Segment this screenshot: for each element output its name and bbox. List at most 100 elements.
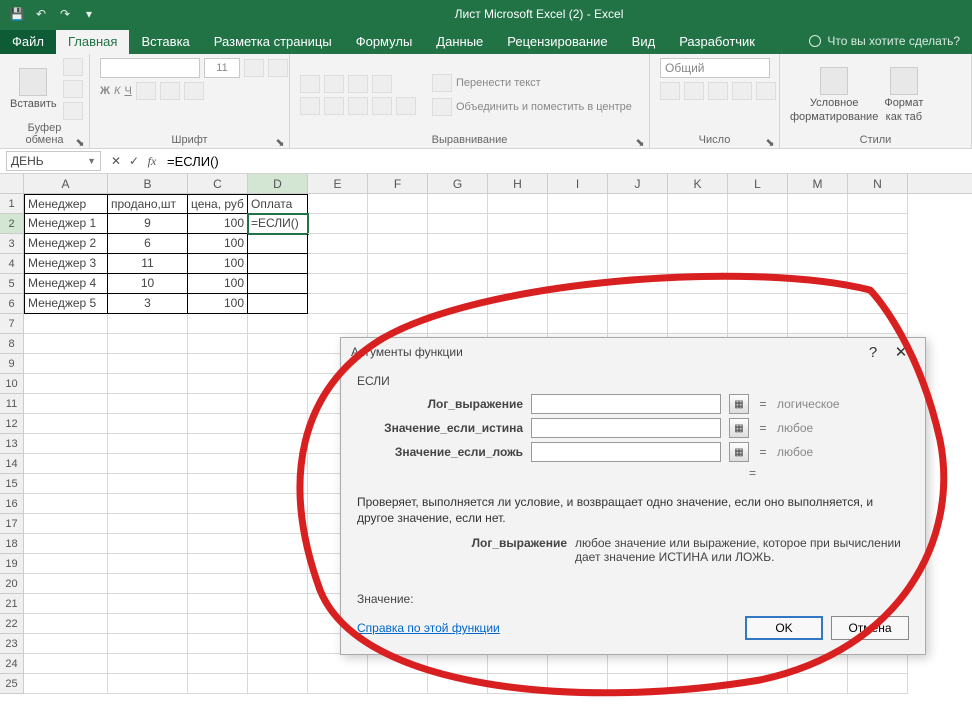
row-header[interactable]: 11 [0, 394, 24, 414]
copy-icon[interactable] [63, 80, 83, 98]
cell[interactable] [668, 314, 728, 334]
chevron-down-icon[interactable]: ▼ [87, 156, 96, 166]
cell[interactable] [24, 554, 108, 574]
cell[interactable] [848, 214, 908, 234]
cell[interactable] [248, 574, 308, 594]
cell[interactable] [848, 654, 908, 674]
cell[interactable]: =ЕСЛИ() [248, 214, 308, 234]
cell[interactable] [108, 574, 188, 594]
select-all-button[interactable] [0, 174, 24, 193]
row-header[interactable]: 21 [0, 594, 24, 614]
cell[interactable] [848, 194, 908, 214]
decrease-font-icon[interactable] [268, 59, 288, 77]
cell[interactable] [24, 474, 108, 494]
cell[interactable] [188, 554, 248, 574]
col-header[interactable]: H [488, 174, 548, 193]
dialog-launcher-icon[interactable]: ⬊ [275, 136, 285, 146]
cell[interactable] [608, 654, 668, 674]
cell[interactable] [188, 614, 248, 634]
cell[interactable] [668, 654, 728, 674]
cell[interactable] [248, 474, 308, 494]
cell[interactable] [488, 654, 548, 674]
cell[interactable] [188, 354, 248, 374]
cell[interactable] [788, 194, 848, 214]
cell[interactable] [548, 254, 608, 274]
cell[interactable] [188, 634, 248, 654]
cell[interactable] [108, 494, 188, 514]
dialog-launcher-icon[interactable]: ⬊ [635, 136, 645, 146]
cell[interactable] [188, 314, 248, 334]
cell[interactable] [728, 234, 788, 254]
help-icon[interactable]: ? [859, 344, 887, 361]
cell[interactable]: 100 [188, 254, 248, 274]
cell[interactable] [428, 654, 488, 674]
row-header[interactable]: 1 [0, 194, 24, 214]
cell[interactable]: 100 [188, 214, 248, 234]
cell[interactable] [488, 194, 548, 214]
cell[interactable] [848, 674, 908, 694]
cell[interactable]: Оплата [248, 194, 308, 214]
cell[interactable] [488, 214, 548, 234]
cell[interactable] [108, 334, 188, 354]
cell[interactable] [728, 194, 788, 214]
tab-insert[interactable]: Вставка [129, 30, 201, 54]
cell[interactable] [248, 414, 308, 434]
cell[interactable] [428, 314, 488, 334]
percent-format-icon[interactable] [684, 82, 704, 100]
cell[interactable] [24, 674, 108, 694]
cell[interactable]: 3 [108, 294, 188, 314]
name-box[interactable]: ДЕНЬ ▼ [6, 151, 101, 171]
paste-button[interactable]: Вставить [10, 68, 57, 110]
arg-input-iffalse[interactable] [531, 442, 721, 462]
cell[interactable] [108, 414, 188, 434]
row-header[interactable]: 10 [0, 374, 24, 394]
cell[interactable] [108, 454, 188, 474]
cell[interactable] [188, 434, 248, 454]
cell[interactable] [788, 314, 848, 334]
cell[interactable] [24, 354, 108, 374]
cell[interactable] [108, 314, 188, 334]
cell[interactable] [308, 294, 368, 314]
cell[interactable] [188, 414, 248, 434]
col-header[interactable]: F [368, 174, 428, 193]
decrease-indent-icon[interactable] [372, 97, 392, 115]
tab-developer[interactable]: Разработчик [667, 30, 767, 54]
cell[interactable]: 100 [188, 294, 248, 314]
ok-button[interactable]: OK [745, 616, 823, 640]
cell[interactable] [488, 674, 548, 694]
col-header[interactable]: J [608, 174, 668, 193]
italic-button[interactable]: К [114, 85, 120, 97]
cell[interactable] [608, 234, 668, 254]
row-header[interactable]: 12 [0, 414, 24, 434]
cell[interactable] [728, 314, 788, 334]
wrap-text-button[interactable]: Перенести текст [432, 74, 632, 92]
cell[interactable] [668, 214, 728, 234]
cell[interactable] [368, 194, 428, 214]
formula-input[interactable] [161, 154, 972, 169]
cell[interactable] [788, 294, 848, 314]
cell[interactable]: Менеджер 2 [24, 234, 108, 254]
col-header[interactable]: C [188, 174, 248, 193]
cell[interactable] [188, 334, 248, 354]
row-header[interactable]: 4 [0, 254, 24, 274]
cut-icon[interactable] [63, 58, 83, 76]
row-header[interactable]: 19 [0, 554, 24, 574]
cell[interactable] [188, 574, 248, 594]
cell[interactable] [248, 314, 308, 334]
row-header[interactable]: 20 [0, 574, 24, 594]
tab-review[interactable]: Рецензирование [495, 30, 619, 54]
cell[interactable] [24, 654, 108, 674]
cell[interactable] [368, 234, 428, 254]
cell[interactable] [608, 674, 668, 694]
dialog-launcher-icon[interactable]: ⬊ [765, 136, 775, 146]
cell[interactable] [108, 614, 188, 634]
insert-function-icon[interactable]: fx [143, 154, 161, 169]
cell[interactable] [848, 234, 908, 254]
cell[interactable] [248, 434, 308, 454]
cell[interactable]: 100 [188, 274, 248, 294]
cell[interactable]: Менеджер 1 [24, 214, 108, 234]
cell[interactable] [548, 214, 608, 234]
cell[interactable]: Менеджер 5 [24, 294, 108, 314]
cell[interactable] [368, 654, 428, 674]
cell[interactable] [488, 274, 548, 294]
